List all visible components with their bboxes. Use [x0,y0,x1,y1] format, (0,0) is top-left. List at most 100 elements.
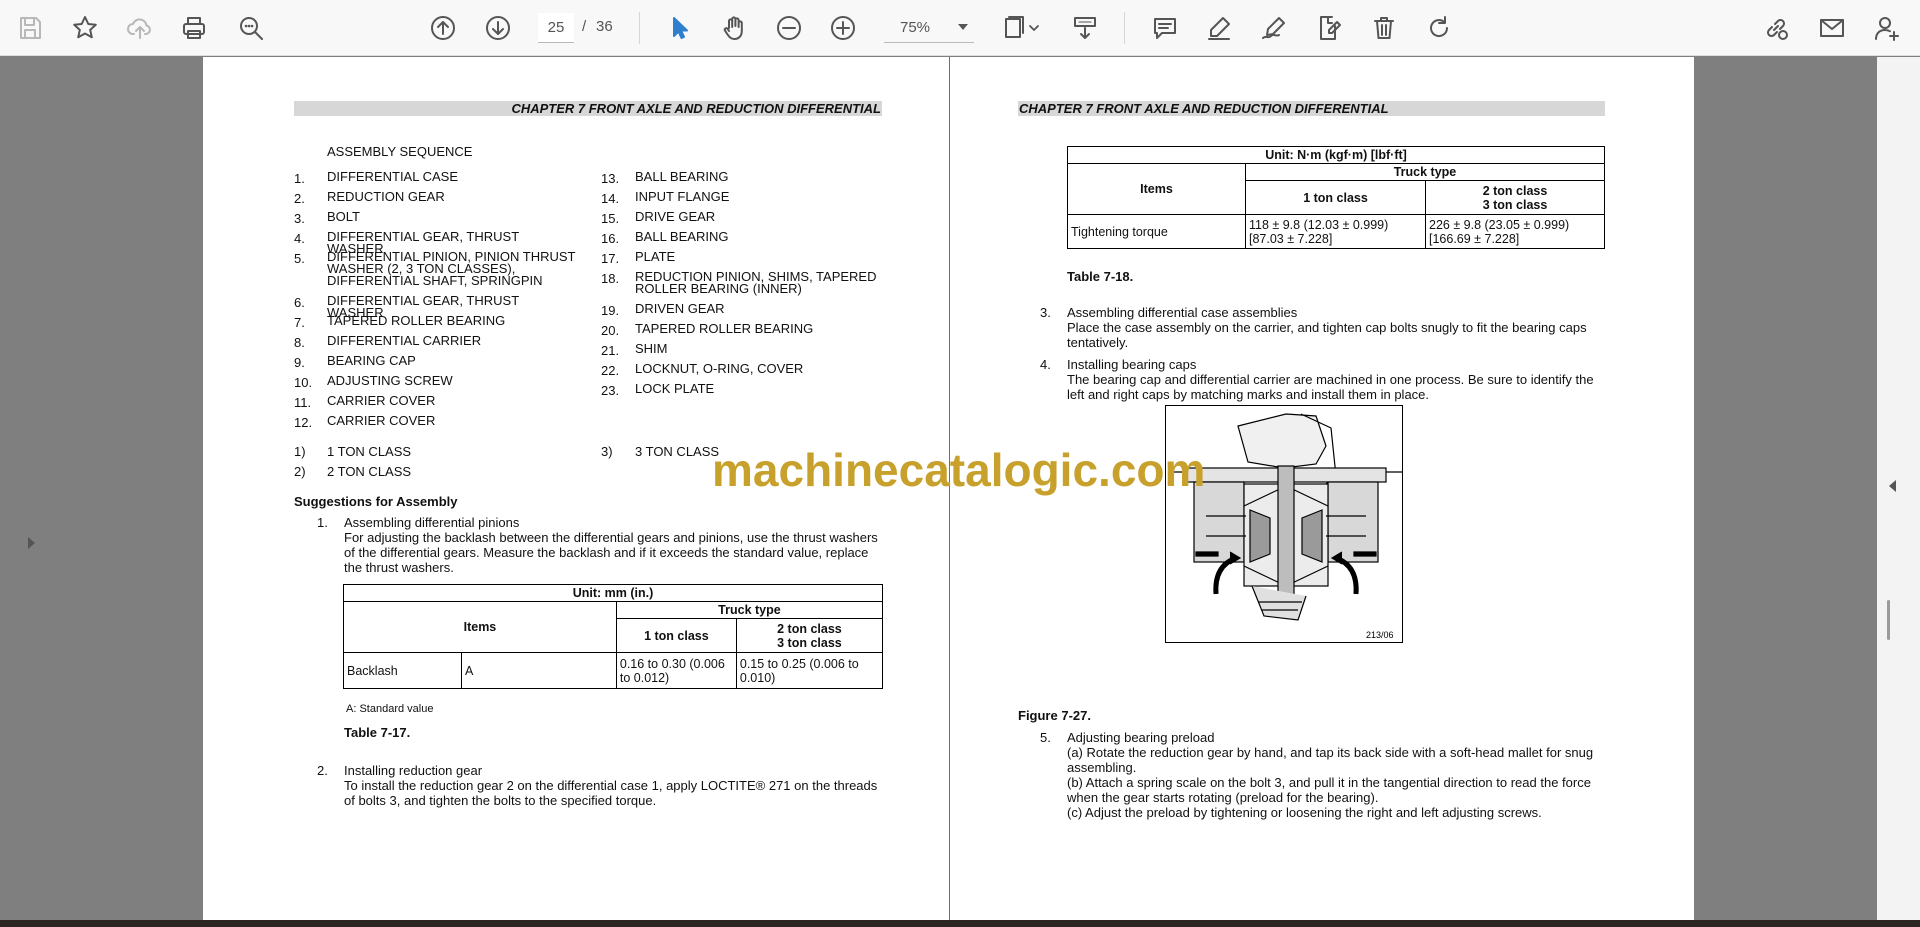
step-body: To install the reduction gear 2 on the d… [344,778,878,808]
search-icon[interactable] [232,9,270,47]
note-num: 2) [294,464,306,479]
part-name: PLATE [635,249,676,264]
scrollbar-thumb[interactable] [1887,600,1890,640]
sign-icon[interactable] [1255,9,1293,47]
part-number: 15. [601,211,620,226]
chevron-down-icon [958,24,968,30]
table-col-2-3-ton: 2 ton class 3 ton class [1425,180,1605,215]
save-icon[interactable] [11,9,49,47]
part-number: 14. [601,191,620,206]
previous-page-icon[interactable] [424,9,462,47]
table-value: 226 ± 9.8 (23.05 ± 0.999) [166.69 ± 7.22… [1425,214,1605,249]
part-number: 21. [601,343,620,358]
step-title: Adjusting bearing preload [1067,730,1215,745]
step-body: (a) Rotate the reduction gear by hand, a… [1067,745,1594,775]
step-body: (c) Adjust the preload by tightening or … [1067,805,1542,820]
table-col-1-ton: 1 ton class [1245,180,1426,215]
delete-icon[interactable] [1365,9,1403,47]
note-num: 1) [294,444,306,459]
part-name: DIFFERENTIAL CASE [327,169,458,184]
table-7-17: Unit: mm (in.) Items Truck type 1 ton cl… [343,584,884,689]
toolbar: / 36 75% [0,0,1920,56]
step-number: 4. [1040,357,1051,372]
step-title: Installing reduction gear [344,763,483,778]
comment-icon[interactable] [1146,9,1184,47]
zoom-out-icon[interactable] [770,9,808,47]
edit-document-icon[interactable] [1310,9,1348,47]
right-panel-toggle-icon[interactable] [1889,480,1896,492]
suggestions-heading: Suggestions for Assembly [294,494,458,509]
step-body: For adjusting the backlash between the d… [344,530,878,575]
zoom-in-icon[interactable] [824,9,862,47]
hand-tool-icon[interactable] [715,9,753,47]
sequence-title: ASSEMBLY SEQUENCE [327,144,473,159]
bookmark-star-icon[interactable] [66,9,104,47]
step-title: Installing bearing caps [1067,357,1197,372]
zoom-select[interactable]: 75% [884,13,974,43]
table-items-header: Items [1067,163,1246,215]
step-number: 2. [317,763,328,778]
part-number: 23. [601,383,620,398]
right-panel-strip [1877,57,1920,920]
part-number: 18. [601,271,620,286]
table-row-label: Backlash [343,652,462,689]
table-caption: Table 7-18. [1067,269,1134,284]
part-number: 16. [601,231,620,246]
share-link-icon[interactable] [1757,9,1795,47]
table-truck-type-header: Truck type [615,601,884,619]
page-separator: / [582,18,587,35]
table-7-18: Unit: N·m (kgf·m) [lbf·ft] Items Truck t… [1067,146,1605,249]
note-text: 2 TON CLASS [327,464,412,479]
toolbar-separator [1124,12,1125,44]
select-cursor-icon[interactable] [660,9,698,47]
table-unit: Unit: N·m (kgf·m) [lbf·ft] [1067,146,1605,164]
next-page-icon[interactable] [479,9,517,47]
highlight-pen-icon[interactable] [1200,9,1238,47]
figure-7-27-differential-drawing: 213/06 [1165,405,1403,643]
part-number: 9. [294,355,305,370]
table-value: 0.15 to 0.25 (0.006 to 0.010) [735,652,884,689]
step-number: 1. [317,515,328,530]
part-number: 2. [294,191,305,206]
part-name: BEARING CAP [327,353,416,368]
part-name: LOCK PLATE [635,381,715,396]
part-number: 17. [601,251,620,266]
chapter-header: CHAPTER 7 FRONT AXLE AND REDUCTION DIFFE… [294,101,882,116]
chapter-header: CHAPTER 7 FRONT AXLE AND REDUCTION DIFFE… [1018,101,1605,116]
table-row-sub: A [461,652,617,689]
part-name: INPUT FLANGE [635,189,730,204]
email-icon[interactable] [1813,9,1851,47]
part-number: 8. [294,335,305,350]
table-col-1-ton: 1 ton class [615,618,737,653]
scroll-mode-icon[interactable] [1066,9,1104,47]
part-number: 10. [294,375,313,390]
part-name: LOCKNUT, O-RING, COVER [635,361,804,376]
differential-assembly-illustration: 213/06 [1172,413,1402,640]
page-number-input[interactable] [538,13,574,43]
left-panel-toggle-icon[interactable] [28,537,35,549]
redo-icon[interactable] [1420,9,1458,47]
table-caption: Table 7-17. [344,725,411,740]
part-number: 13. [601,171,620,186]
step-number: 3. [1040,305,1051,320]
table-truck-type-header: Truck type [1245,163,1605,181]
part-number: 1. [294,171,305,186]
part-name: TAPERED ROLLER BEARING [635,321,814,336]
part-name: REDUCTION PINION, SHIMS, TAPERED ROLLER … [635,269,877,296]
part-number: 4. [294,231,305,246]
table-col-2-3-ton: 2 ton class 3 ton class [735,618,884,653]
part-number: 19. [601,303,620,318]
zoom-value: 75% [900,19,931,36]
cloud-upload-icon[interactable] [121,9,159,47]
part-name: DIFFERENTIAL PINION, PINION THRUST WASHE… [327,249,576,288]
add-user-icon[interactable] [1868,9,1906,47]
page-fit-icon[interactable] [995,9,1047,47]
taskbar-strip [0,920,1920,927]
part-name: CARRIER COVER [327,413,436,428]
part-number: 22. [601,363,620,378]
part-name: ADJUSTING SCREW [327,373,453,388]
part-name: BOLT [327,209,360,224]
table-value: 118 ± 9.8 (12.03 ± 0.999) [87.03 ± 7.228… [1245,214,1426,249]
print-icon[interactable] [175,9,213,47]
table-row-label: Tightening torque [1067,214,1246,249]
